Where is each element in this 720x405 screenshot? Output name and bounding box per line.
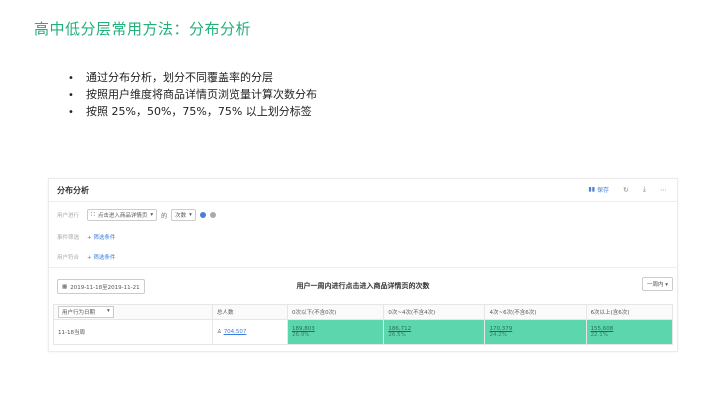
event-row: 用户进行 ⛶ 点击进入商品详情页 ▾ 的 次数 ▾: [57, 209, 216, 221]
row-label: 11-18当周: [53, 319, 213, 345]
bullet-dot: •: [68, 90, 74, 101]
column-header: 6次以上(含6次): [585, 304, 674, 320]
table-header-row: 用户行为日期 ▾ 总人数 0次以下(不含0次) 0次~4次(不含4次) 4次~6次…: [53, 304, 674, 320]
bullet-item: • 按照 25%，50%，75%，75% 以上划分标签: [68, 104, 317, 121]
save-button[interactable]: ▮▮ 保存: [588, 185, 609, 194]
column-header: 0次~4次(不含4次): [383, 304, 486, 320]
bullet-dot: •: [68, 73, 74, 84]
cell-percent: 22.1%: [590, 332, 609, 338]
panel-title: 分布分析: [57, 186, 89, 195]
column-header: 0次以下(不含0次): [286, 304, 385, 320]
add-event-filter-link[interactable]: + 筛选条件: [87, 233, 115, 241]
period-select-value: 一周内: [646, 282, 664, 288]
more-icon[interactable]: ⋯: [660, 186, 667, 194]
bullet-text: 通过分布分析，划分不同覆盖率的分层: [86, 71, 273, 84]
total-cell: ♙ 704,507: [212, 319, 288, 345]
column-header: 总人数: [212, 304, 288, 320]
help-icon[interactable]: [209, 212, 216, 218]
header-toolbar: ▮▮ 保存 ↻ ⤓ ⋯: [588, 185, 667, 194]
bullet-list: • 通过分布分析，划分不同覆盖率的分层 • 按照用户维度将商品详情页浏览量计算次数分…: [68, 70, 317, 121]
bullet-text: 按照用户维度将商品详情页浏览量计算次数分布: [86, 88, 317, 101]
period-select[interactable]: 一周内 ▾: [641, 277, 673, 291]
metric-select[interactable]: 次数 ▾: [171, 209, 196, 221]
table-cell[interactable]: 186,712 26.5%: [383, 319, 486, 345]
user-filter-label: 用户符合: [57, 255, 80, 261]
bullet-dot: •: [68, 107, 74, 118]
cell-percent: 26.5%: [388, 332, 406, 338]
group-header: 用户行为日期 ▾: [53, 304, 213, 320]
cell-percent: 24.2%: [489, 332, 507, 338]
user-label: 用户进行: [57, 213, 80, 219]
user-filter-row: 用户符合 + 筛选条件: [57, 253, 115, 261]
metric-select-value: 次数: [175, 213, 187, 219]
slide-title: 高中低分层常用方法：分布分析: [34, 20, 252, 38]
chevron-down-icon: ▾: [665, 282, 668, 288]
group-select-value: 用户行为日期: [62, 310, 96, 316]
column-header: 4次~6次(不含6次): [484, 304, 587, 320]
event-filter-label: 事件筛选: [57, 235, 80, 241]
cell-percent: 26.9%: [292, 332, 310, 338]
distribution-analysis-panel: 分布分析 ▮▮ 保存 ↻ ⤓ ⋯ 用户进行 ⛶ 点击进入商品详情页 ▾ 的 次数 ▾ 事…: [48, 178, 678, 352]
event-icon: ⛶: [91, 211, 95, 218]
refresh-icon[interactable]: ↻: [623, 186, 629, 194]
chevron-down-icon: ▾: [107, 308, 110, 314]
of-label: 的: [161, 212, 168, 220]
bullet-item: • 通过分布分析，划分不同覆盖率的分层: [68, 70, 317, 87]
distribution-table: 用户行为日期 ▾ 总人数 0次以下(不含0次) 0次~4次(不含4次) 4次~6次…: [53, 304, 674, 345]
table-cell[interactable]: 189,803 26.9%: [286, 319, 385, 345]
panel-header: 分布分析 ▮▮ 保存 ↻ ⤓ ⋯: [49, 179, 677, 202]
chevron-down-icon: ▾: [189, 212, 192, 218]
save-icon: ▮▮: [588, 186, 595, 193]
settings-icon[interactable]: [199, 212, 206, 218]
divider: [49, 267, 677, 268]
total-users-link[interactable]: 704,507: [224, 329, 247, 335]
table-cell[interactable]: 170,379 24.2%: [484, 319, 587, 345]
save-label: 保存: [597, 187, 610, 194]
bullet-item: • 按照用户维度将商品详情页浏览量计算次数分布: [68, 87, 317, 104]
download-icon[interactable]: ⤓: [643, 185, 646, 194]
event-select[interactable]: ⛶ 点击进入商品详情页 ▾: [87, 209, 158, 221]
event-filter-row: 事件筛选 + 筛选条件: [57, 233, 115, 241]
bullet-text: 按照 25%，50%，75%，75% 以上划分标签: [86, 105, 312, 118]
add-user-filter-link[interactable]: + 筛选条件: [87, 253, 115, 261]
group-select[interactable]: 用户行为日期 ▾: [58, 306, 114, 318]
chevron-down-icon: ▾: [150, 212, 154, 218]
table-row: 11-18当周 ♙ 704,507 189,803 26.9% 186,712 26…: [53, 319, 674, 345]
table-cell[interactable]: 155,608 22.1%: [585, 319, 674, 345]
chart-title: 用户一周内进行点击进入商品详情页的次数: [296, 282, 430, 290]
user-icon: ♙: [217, 329, 224, 335]
event-select-value: 点击进入商品详情页: [97, 213, 148, 219]
